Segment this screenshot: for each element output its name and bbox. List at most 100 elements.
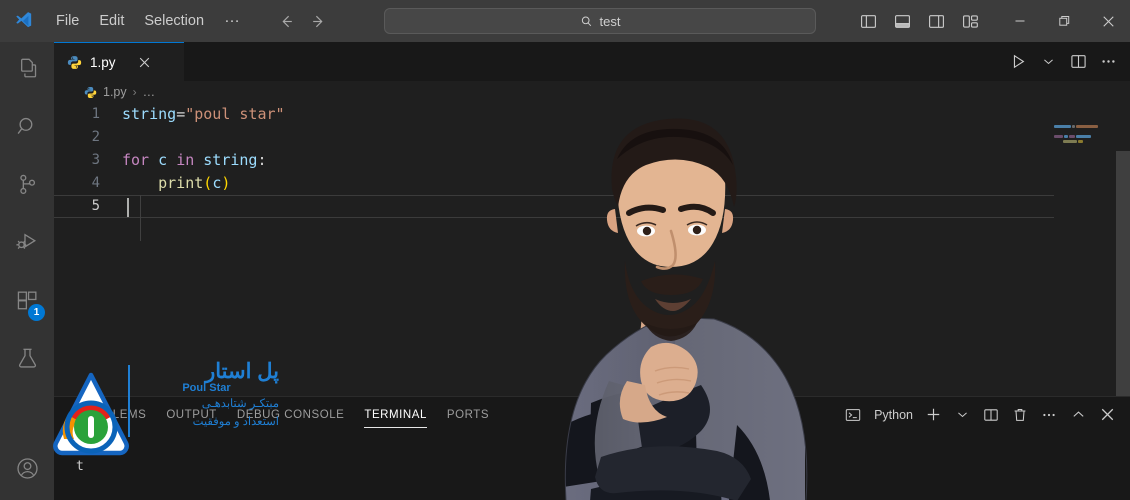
breadcrumb: 1.py › … <box>54 81 1130 103</box>
indent-guide <box>140 195 141 241</box>
code-token: c <box>212 174 222 192</box>
run-options-button[interactable] <box>1034 48 1062 76</box>
more-actions-button[interactable] <box>1094 48 1122 76</box>
maximize-button[interactable] <box>1042 0 1086 42</box>
arrow-right-icon[interactable] <box>305 8 331 34</box>
toggle-primary-sidebar-icon[interactable] <box>854 7 882 35</box>
close-panel-button[interactable] <box>1094 402 1120 428</box>
terminal-line: s <box>76 441 84 456</box>
activity-extensions[interactable]: 1 <box>0 274 54 332</box>
minimap-line <box>1054 135 1116 138</box>
code-line[interactable]: 3 for c in string: <box>54 149 1130 172</box>
editor-tab-label: 1.py <box>90 54 116 70</box>
python-file-icon <box>67 55 82 70</box>
account-icon <box>15 456 40 486</box>
code-token: : <box>257 151 267 169</box>
line-number: 3 <box>91 152 100 168</box>
toggle-secondary-sidebar-icon[interactable] <box>922 7 950 35</box>
panel-tab-debug-console[interactable]: DEBUG CONSOLE <box>227 397 354 432</box>
vscode-logo-icon <box>0 0 46 42</box>
terminal-line: t <box>76 459 84 474</box>
split-editor-right-button[interactable] <box>1064 48 1092 76</box>
customize-layout-icon[interactable] <box>956 7 984 35</box>
minimap-line <box>1054 125 1116 128</box>
activity-account[interactable] <box>0 442 54 500</box>
terminal-output[interactable]: s t <box>54 432 1130 476</box>
code-token: ) <box>221 174 231 192</box>
code-token: in <box>176 151 195 169</box>
code-token: ( <box>203 174 213 192</box>
terminal-profile-dropdown[interactable] <box>949 402 975 428</box>
code-line[interactable]: 2 <box>54 126 1130 149</box>
code-line[interactable]: 5 <box>54 195 1130 218</box>
run-and-debug-icon <box>15 230 40 260</box>
code-line[interactable]: 1 string="poul star" <box>54 103 1130 126</box>
code-token: string <box>203 151 258 169</box>
code-text: print(c) <box>122 172 230 195</box>
split-terminal-button[interactable] <box>978 402 1004 428</box>
editor-tab-1py[interactable]: 1.py <box>54 42 184 81</box>
menu-file[interactable]: File <box>46 10 89 33</box>
minimap-line <box>1054 130 1116 133</box>
panel-tab-problems[interactable]: PROBLEMS <box>68 397 156 432</box>
command-center-search[interactable]: test <box>384 8 816 34</box>
line-number: 5 <box>91 198 100 214</box>
activity-explorer[interactable] <box>0 42 54 100</box>
terminal-profile-label[interactable]: Python <box>874 408 913 422</box>
command-center-value: test <box>599 13 621 29</box>
run-python-file-button[interactable] <box>1004 48 1032 76</box>
activity-bar: 1 <box>0 42 54 500</box>
breadcrumb-separator: › <box>132 85 137 99</box>
line-number: 1 <box>91 106 100 122</box>
maximize-panel-button[interactable] <box>1065 402 1091 428</box>
menu-more[interactable]: … <box>214 8 251 34</box>
code-token: print <box>158 174 204 192</box>
panel-tab-output[interactable]: OUTPUT <box>156 397 227 432</box>
panel-action-bar: Python <box>840 397 1120 432</box>
code-line-list: 1 string="poul star" 2 3 for c in string: 4 p… <box>54 103 1130 218</box>
close-icon[interactable] <box>138 56 151 69</box>
text-cursor <box>127 198 129 217</box>
close-button[interactable] <box>1086 0 1130 42</box>
panel-tab-terminal[interactable]: TERMINAL <box>354 397 437 432</box>
line-number: 2 <box>91 129 100 145</box>
beaker-icon <box>15 346 40 376</box>
code-line[interactable]: 4 print(c) <box>54 172 1130 195</box>
arrow-left-icon[interactable] <box>273 8 299 34</box>
panel-more-actions-button[interactable] <box>1036 402 1062 428</box>
activity-search[interactable] <box>0 100 54 158</box>
menu-edit[interactable]: Edit <box>89 10 134 33</box>
code-token: "poul star" <box>185 105 285 123</box>
editor-tab-bar: 1.py <box>54 42 1130 81</box>
search-icon <box>15 114 40 144</box>
navigation-buttons <box>273 8 331 34</box>
search-icon <box>580 15 593 28</box>
title-bar: File Edit Selection … test <box>0 0 1130 42</box>
vscode-window: File Edit Selection … test 1 1.py 1.py ›… <box>0 0 1130 500</box>
menu-selection[interactable]: Selection <box>134 10 214 33</box>
code-text: for c in string: <box>122 149 267 172</box>
source-control-icon <box>15 172 40 202</box>
kill-terminal-button[interactable] <box>1007 402 1033 428</box>
panel-tab-ports[interactable]: PORTS <box>437 397 499 432</box>
window-controls <box>854 0 1130 42</box>
terminal-icon <box>840 402 866 428</box>
editor-action-bar <box>1004 42 1122 81</box>
code-text: string="poul star" <box>122 103 285 126</box>
activity-testing[interactable] <box>0 332 54 390</box>
minimize-button[interactable] <box>998 0 1042 42</box>
toggle-panel-icon[interactable] <box>888 7 916 35</box>
minimap-line <box>1054 140 1116 143</box>
breadcrumb-file[interactable]: 1.py <box>103 85 127 99</box>
breadcrumb-rest[interactable]: … <box>143 85 156 99</box>
code-token: for <box>122 151 150 169</box>
activity-run-debug[interactable] <box>0 216 54 274</box>
activity-source-control[interactable] <box>0 158 54 216</box>
layout-toggles <box>854 7 984 35</box>
new-terminal-button[interactable] <box>920 402 946 428</box>
python-file-icon <box>84 86 97 99</box>
